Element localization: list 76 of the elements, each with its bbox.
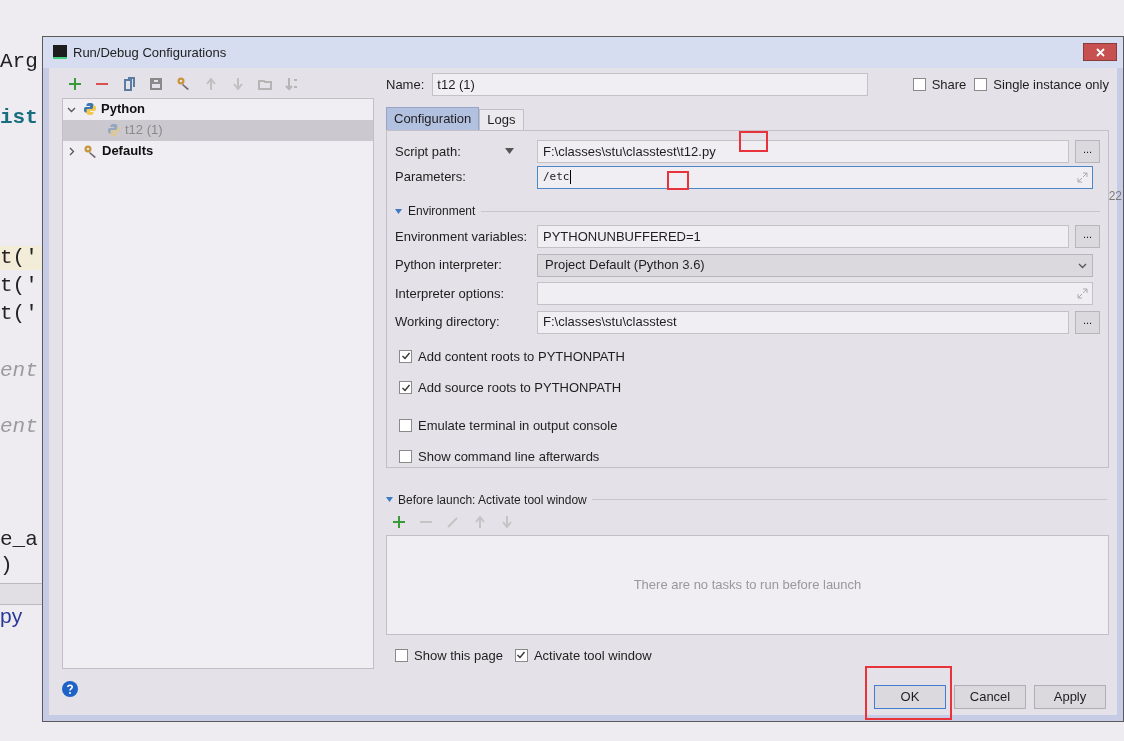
checkbox[interactable] bbox=[974, 78, 988, 91]
browse-button[interactable]: ... bbox=[1075, 224, 1100, 248]
browse-button[interactable]: ... bbox=[1075, 139, 1100, 163]
option-checkbox[interactable]: Share bbox=[912, 74, 967, 95]
collapse-triangle-icon[interactable] bbox=[386, 496, 393, 503]
wrench-icon bbox=[83, 143, 98, 159]
text-cursor bbox=[569, 170, 571, 185]
app-logo-icon bbox=[53, 45, 67, 60]
annotation-box bbox=[739, 130, 768, 152]
option-checkbox[interactable]: Emulate terminal in output console bbox=[399, 415, 1100, 436]
python-icon bbox=[83, 102, 97, 116]
tree-item[interactable]: Defaults bbox=[63, 140, 373, 162]
field-label: Environment variables: bbox=[395, 227, 529, 246]
section-title: Environment bbox=[408, 203, 476, 221]
checkbox[interactable] bbox=[399, 450, 412, 464]
field-label: Script path: bbox=[395, 142, 462, 161]
copy-icon[interactable] bbox=[122, 76, 136, 91]
collapse-triangle-icon[interactable] bbox=[395, 207, 402, 215]
expand-icon[interactable] bbox=[1077, 171, 1088, 183]
checkbox[interactable] bbox=[399, 381, 412, 395]
interpreter-dropdown[interactable]: Project Default (Python 3.6) bbox=[537, 253, 1093, 277]
code-line: t(' bbox=[0, 274, 39, 298]
empty-message: There are no tasks to run before launch bbox=[633, 575, 862, 594]
dialog-button[interactable]: OK bbox=[874, 685, 946, 709]
annotation-box bbox=[667, 170, 689, 190]
edge-text: 22 bbox=[1108, 187, 1122, 205]
option-checkbox[interactable]: Single instance only bbox=[974, 74, 1109, 95]
tab-bar bbox=[0, 583, 42, 605]
option-checkbox[interactable]: Show command line afterwards bbox=[399, 447, 1100, 467]
field-label: Python interpreter: bbox=[395, 256, 503, 275]
option-checkbox[interactable]: Add source roots to PYTHONPATH bbox=[399, 378, 1100, 398]
field-label: Interpreter options: bbox=[395, 284, 506, 303]
checkbox[interactable] bbox=[399, 418, 412, 432]
option-checkbox[interactable]: Show this page bbox=[395, 645, 503, 665]
field-label: Parameters: bbox=[395, 168, 467, 187]
checkbox[interactable] bbox=[912, 78, 926, 91]
file-name: py bbox=[0, 604, 24, 628]
tree-item[interactable]: Python bbox=[63, 98, 373, 120]
dialog-button[interactable]: Apply bbox=[1034, 685, 1106, 709]
expand-icon[interactable] bbox=[1077, 288, 1088, 300]
code-line: e_a bbox=[0, 528, 39, 552]
code-line: ist bbox=[0, 106, 39, 130]
code-line: t(' bbox=[0, 302, 39, 326]
add-icon[interactable] bbox=[392, 514, 406, 529]
name-field[interactable]: t12 (1) bbox=[432, 73, 869, 96]
close-icon bbox=[1095, 47, 1105, 57]
help-icon[interactable] bbox=[62, 681, 78, 697]
checkbox[interactable] bbox=[399, 349, 412, 363]
code-line: ent bbox=[0, 415, 39, 439]
add-icon[interactable] bbox=[68, 76, 82, 91]
text-field[interactable]: F:\classes\stu\classtest bbox=[537, 310, 1069, 334]
field-label: Name: bbox=[386, 75, 425, 94]
tab[interactable]: Configuration bbox=[386, 106, 480, 130]
chevron-icon[interactable] bbox=[67, 146, 76, 156]
option-checkbox[interactable]: Add content roots to PYTHONPATH bbox=[399, 346, 1100, 367]
text-field[interactable] bbox=[537, 282, 1093, 306]
section-title: Before launch: Activate tool window bbox=[398, 491, 587, 509]
browse-button[interactable]: ... bbox=[1075, 310, 1100, 334]
text-field[interactable]: /etc bbox=[537, 165, 1093, 189]
checkbox[interactable] bbox=[514, 648, 528, 662]
code-line: Arg bbox=[0, 50, 39, 74]
dialog-button[interactable]: Cancel bbox=[954, 685, 1026, 709]
text-field[interactable]: F:\classes\stu\classtest\t12.py bbox=[537, 139, 1069, 163]
tab[interactable]: Logs bbox=[479, 108, 524, 130]
code-line: ent bbox=[0, 359, 39, 383]
dropdown-arrow-icon[interactable] bbox=[505, 148, 514, 155]
save-icon[interactable] bbox=[149, 76, 163, 91]
field-label: Working directory: bbox=[395, 313, 501, 332]
checkbox[interactable] bbox=[395, 648, 408, 662]
option-checkbox[interactable]: Activate tool window bbox=[514, 645, 652, 665]
window-title: Run/Debug Configurations bbox=[73, 43, 227, 62]
close-button[interactable] bbox=[1083, 43, 1117, 62]
text-field[interactable]: PYTHONUNBUFFERED=1 bbox=[537, 224, 1069, 248]
wrench-icon bbox=[176, 76, 191, 91]
code-line: ) bbox=[0, 554, 14, 578]
python-icon bbox=[107, 123, 121, 137]
